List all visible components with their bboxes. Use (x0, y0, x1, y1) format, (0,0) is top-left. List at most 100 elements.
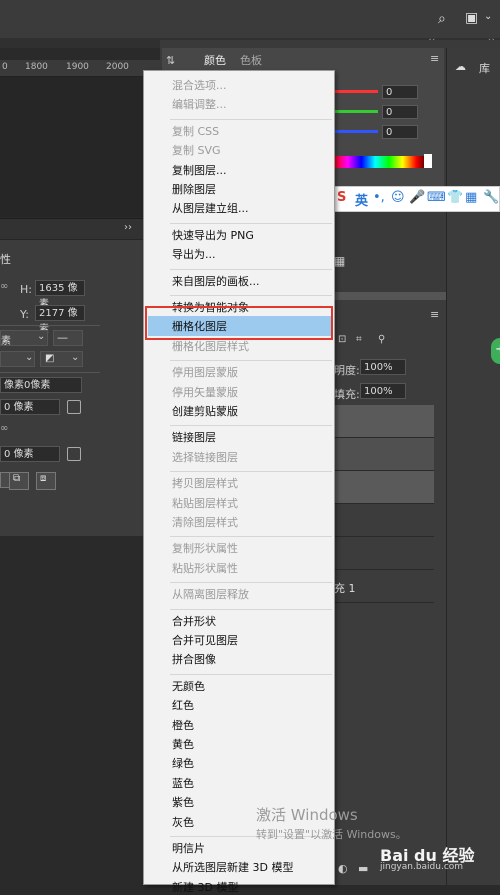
ime-language-toggle[interactable]: 英 (355, 190, 368, 209)
menu-item[interactable]: 从所选图层新建 3D 模型 (172, 859, 293, 875)
float-button[interactable]: + (491, 338, 500, 364)
height-field[interactable]: 1635 像素 (35, 280, 85, 310)
layers-panel: ≡ ⊡ ⌗ ⚲ 明度: 100% 填充: 100% 充 1 ◐ ▬ (334, 300, 446, 885)
artboard-icon[interactable]: ⌗ (356, 334, 362, 345)
menu-item[interactable]: 删除图层 (172, 181, 216, 197)
menu-item[interactable]: 无颜色 (172, 678, 205, 694)
panel-menu-icon[interactable]: ≡ (430, 52, 439, 65)
menu-item[interactable]: 明信片 (172, 840, 205, 856)
pick-icon[interactable]: ⇅ (166, 54, 175, 67)
keyboard-icon[interactable]: ⌨ (427, 190, 446, 205)
ruler-tick: 2000 (106, 62, 129, 72)
punctuation-icon[interactable]: •, (373, 190, 385, 205)
grid-icon[interactable]: ▦ (334, 254, 345, 268)
menu-item[interactable]: 蓝色 (172, 775, 194, 791)
menu-item[interactable]: 新建 3D 模型 (172, 879, 238, 895)
menu-item[interactable]: 快速导出为 PNG (172, 227, 254, 243)
layer-row[interactable] (334, 537, 434, 570)
color-spectrum[interactable] (334, 156, 430, 168)
corner-radius-field[interactable]: 0 像素 (0, 446, 60, 462)
padding-field[interactable]: 像素0像素 (0, 377, 82, 393)
chevron-down-icon: ⌄ (71, 352, 80, 363)
blue-slider[interactable] (334, 130, 378, 133)
sogou-logo-icon[interactable]: S (337, 190, 346, 205)
chevron-down-icon[interactable]: ⌄ (484, 11, 492, 22)
menu-item[interactable]: 绿色 (172, 755, 194, 771)
path-op-button[interactable]: ⧉ (9, 472, 29, 490)
menu-separator (170, 582, 332, 584)
emoji-icon[interactable]: ☺ (391, 190, 405, 205)
tab-swatches[interactable]: 色板 (240, 52, 262, 68)
blue-value[interactable]: 0 (382, 125, 418, 139)
divider (0, 372, 100, 373)
layer-name: 充 1 (334, 582, 356, 595)
menu-item[interactable]: 紫色 (172, 794, 194, 810)
menu-item[interactable]: 合并可见图层 (172, 632, 238, 648)
white-swatch[interactable] (424, 154, 432, 168)
fill-field[interactable]: 100% (360, 383, 406, 399)
layer-row[interactable] (334, 471, 434, 504)
wrench-icon[interactable]: 🔧 (483, 190, 499, 205)
menu-item[interactable]: 导出为... (172, 246, 216, 262)
path-op-button[interactable]: ⧈ (36, 472, 56, 490)
line-style-select[interactable]: — (53, 330, 83, 346)
corner-select[interactable]: ◩ ⌄ (40, 351, 83, 367)
canvas-lower (0, 536, 160, 885)
plus-icon: + (495, 342, 500, 357)
green-slider[interactable] (334, 110, 378, 113)
menu-item[interactable]: 复制图层... (172, 162, 227, 178)
menu-item[interactable]: 合并形状 (172, 613, 216, 629)
menu-item[interactable]: 来自图层的画板... (172, 273, 260, 289)
y-label: Y: (20, 308, 29, 321)
layer-row[interactable] (334, 504, 434, 537)
corner-shape-icon[interactable] (67, 447, 81, 461)
green-value[interactable]: 0 (382, 105, 418, 119)
menu-separator (170, 118, 332, 120)
divider (0, 325, 100, 326)
tab-color[interactable]: 颜色 (204, 52, 226, 68)
link-icon[interactable]: ∞ (0, 281, 8, 292)
workspace-icon[interactable]: ▣ (465, 10, 478, 26)
activate-windows-title: 激活 Windows (256, 806, 358, 824)
transform-icon[interactable]: ⊡ (338, 334, 346, 345)
layer-context-menu: 混合选项... 编辑调整... 复制 CSS 复制 SVG 复制图层... 删除图层 从图层… (143, 70, 335, 894)
link-icon[interactable]: ∞ (0, 423, 8, 434)
menu-item[interactable]: 黄色 (172, 736, 194, 752)
collapse-icon[interactable]: ›› (124, 222, 132, 233)
opacity-field[interactable]: 100% (360, 359, 406, 375)
corner-shape-icon[interactable] (67, 400, 81, 414)
adjustment-icon[interactable]: ◐ (338, 862, 348, 875)
document-canvas[interactable] (0, 77, 160, 217)
stroke-style-select[interactable]: 素 ⌄ (0, 330, 48, 347)
menu-item[interactable]: 红色 (172, 697, 194, 713)
menu-item[interactable]: 从图层建立组... (172, 200, 249, 216)
library-label[interactable]: 库 (479, 60, 490, 76)
menu-item[interactable]: 橙色 (172, 717, 194, 733)
menu-separator (170, 471, 332, 473)
search-icon[interactable]: ⌕ (438, 11, 446, 27)
panel-menu-icon[interactable]: ≡ (430, 308, 439, 321)
folder-icon[interactable]: ▬ (358, 862, 368, 875)
menu-item: 粘贴图层样式 (172, 496, 238, 510)
corner-radius-field[interactable]: 0 像素 (0, 399, 60, 415)
layer-row[interactable] (334, 405, 434, 438)
skin-icon[interactable]: 👕 (447, 190, 463, 205)
toolbox-icon[interactable]: ▦ (465, 190, 477, 205)
properties-panel: ›› ≡ 性 ∞ H: 1635 像素 Y: 2177 像素 素 ⌄ — ⌄ ◩… (0, 218, 160, 536)
layer-row[interactable] (334, 438, 434, 471)
menu-item: 选择链接图层 (172, 450, 238, 464)
red-value[interactable]: 0 (382, 85, 418, 99)
menu-item[interactable]: 创建剪贴蒙版 (172, 403, 238, 419)
menu-item[interactable]: 拼合图像 (172, 651, 216, 667)
align-select[interactable]: ⌄ (0, 351, 35, 367)
top-toolbar: ⌕ ▣ ⌄ (0, 0, 500, 39)
menu-item[interactable]: 灰色 (172, 814, 194, 830)
menu-item[interactable]: 链接图层 (172, 429, 216, 445)
y-field[interactable]: 2177 像素 (35, 305, 85, 335)
layer-row[interactable]: 充 1 (334, 570, 434, 603)
red-slider[interactable] (334, 90, 378, 93)
creative-cloud-icon[interactable]: ☁ (455, 60, 466, 73)
lock-icon[interactable]: ⚲ (378, 334, 385, 345)
mic-icon[interactable]: 🎤 (409, 190, 425, 205)
h-label: H: (20, 283, 32, 296)
